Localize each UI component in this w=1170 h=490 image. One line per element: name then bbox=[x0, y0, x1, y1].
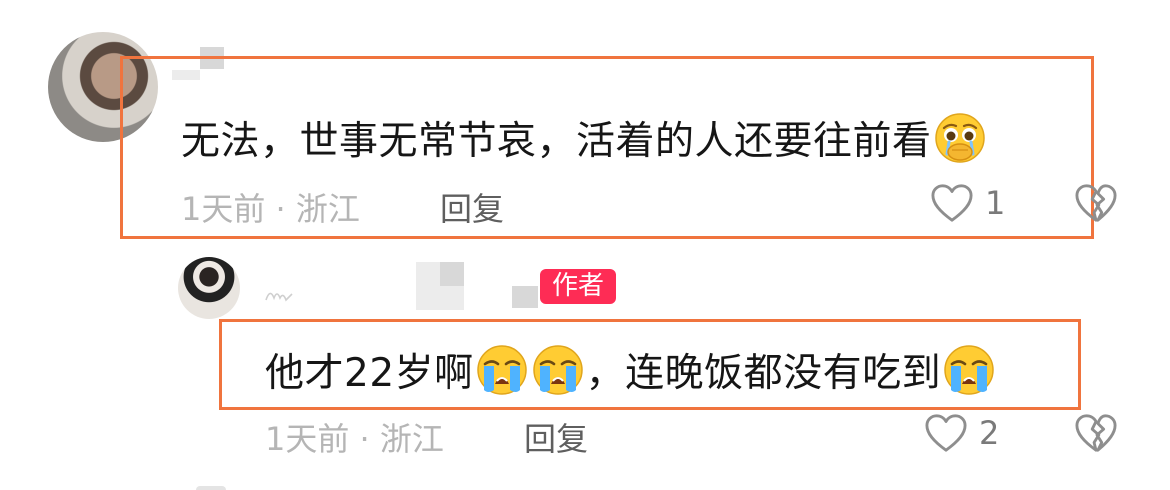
like-count: 2 bbox=[979, 414, 1000, 452]
username-blurred[interactable] bbox=[440, 262, 464, 286]
avatar[interactable] bbox=[178, 257, 240, 319]
loudly-crying-face-icon bbox=[476, 345, 527, 395]
heart-icon[interactable] bbox=[928, 182, 976, 224]
comment-text-content: 无法，世事无常节哀，活着的人还要往前看 bbox=[181, 119, 932, 164]
next-comment-avatar-edge bbox=[196, 486, 226, 490]
like-count: 1 bbox=[985, 184, 1006, 222]
pleading-face-icon bbox=[934, 113, 985, 163]
comment-meta: 1天前 · 浙江 bbox=[181, 190, 360, 228]
comment-text-part2: ，连晚饭都没有吃到 bbox=[585, 351, 942, 396]
loudly-crying-face-icon bbox=[944, 345, 994, 395]
heart-icon[interactable] bbox=[922, 412, 970, 454]
reply-button[interactable]: 回复 bbox=[440, 184, 504, 230]
author-badge: 作者 bbox=[540, 269, 617, 304]
loudly-crying-face-icon bbox=[532, 345, 583, 395]
username-blurred[interactable] bbox=[512, 286, 538, 308]
broken-heart-icon[interactable] bbox=[1072, 412, 1120, 454]
username-blurred[interactable] bbox=[416, 262, 440, 310]
reply-button[interactable]: 回复 bbox=[524, 414, 588, 460]
comment-text-part1: 他才22岁啊 bbox=[265, 351, 474, 396]
broken-heart-icon[interactable] bbox=[1072, 182, 1120, 224]
username-blurred[interactable] bbox=[440, 286, 464, 310]
comment-meta: 1天前 · 浙江 bbox=[265, 420, 444, 458]
comment-text: 他才22岁啊 ，连晚饭都没有吃到 bbox=[265, 344, 997, 396]
comment-text: 无法，世事无常节哀，活着的人还要往前看 bbox=[181, 112, 988, 164]
username-signature-mark bbox=[265, 292, 293, 302]
